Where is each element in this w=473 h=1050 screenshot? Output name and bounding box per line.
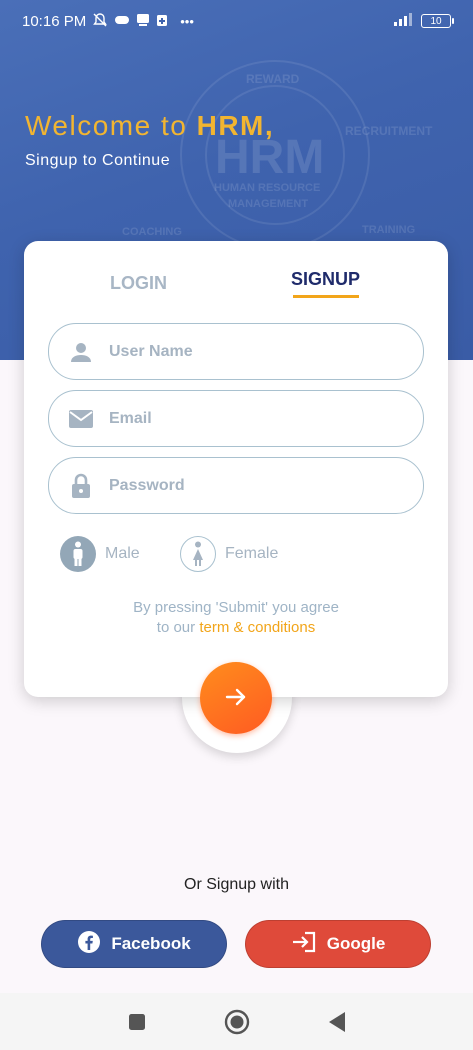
home-button[interactable]	[222, 1007, 252, 1037]
terms-line-2: to our term & conditions	[24, 618, 448, 638]
notification-icon	[136, 13, 150, 30]
gender-male-option[interactable]: Male	[60, 536, 140, 572]
terms-text: By pressing 'Submit' you agree to our te…	[24, 598, 448, 638]
username-input[interactable]	[109, 342, 389, 361]
status-bar: 10:16 PM ••• 10	[0, 0, 473, 42]
welcome-brand: HRM,	[196, 110, 275, 141]
password-field[interactable]	[48, 457, 424, 514]
male-icon	[60, 536, 96, 572]
auth-tabs: LOGIN SIGNUP	[24, 267, 448, 307]
welcome-prefix: Welcome to	[25, 110, 197, 141]
tab-login[interactable]: LOGIN	[110, 273, 167, 294]
arrow-right-icon	[225, 688, 247, 709]
status-right: 10	[393, 12, 454, 30]
lock-icon	[67, 472, 95, 500]
tab-signup[interactable]: SIGNUP	[291, 269, 360, 290]
gamepad-icon	[114, 13, 130, 30]
terms-link[interactable]: term & conditions	[199, 619, 315, 636]
username-field[interactable]	[48, 323, 424, 380]
signal-icon	[393, 12, 413, 30]
login-icon	[291, 931, 317, 958]
mail-icon	[67, 405, 95, 433]
or-signup-with: Or Signup with	[184, 876, 289, 893]
facebook-icon	[77, 930, 101, 959]
female-icon	[180, 536, 216, 572]
bell-off-icon	[92, 12, 108, 31]
hero-word: TRAINING	[362, 224, 416, 236]
gender-female-option[interactable]: Female	[180, 536, 278, 572]
welcome-title: Welcome to HRM,	[25, 110, 274, 142]
email-field[interactable]	[48, 390, 424, 447]
system-nav-bar	[0, 993, 473, 1050]
hero-word: COACHING	[122, 226, 182, 238]
facebook-label: Facebook	[111, 934, 191, 953]
hero-word: RECRUITMENT	[345, 124, 433, 138]
google-label: Google	[326, 934, 386, 953]
google-button[interactable]: Google	[245, 920, 431, 968]
recents-button[interactable]	[122, 1007, 152, 1037]
clipboard-icon	[156, 13, 168, 30]
gender-female-label: Female	[225, 545, 279, 562]
welcome-subtitle: Singup to Continue	[25, 152, 171, 169]
battery-icon: 10	[421, 14, 454, 28]
auth-card: LOGIN SIGNUP Male Female By pressing	[24, 241, 448, 697]
submit-button[interactable]	[200, 662, 272, 734]
hero-word: REWARD	[246, 72, 300, 86]
tab-active-indicator	[293, 295, 359, 298]
hero-word: MANAGEMENT	[228, 198, 309, 210]
email-input[interactable]	[109, 409, 389, 428]
hero-word: HUMAN RESOURCE	[214, 182, 321, 194]
facebook-button[interactable]: Facebook	[41, 920, 227, 968]
terms-prefix: to our	[156, 619, 200, 636]
status-icons: •••	[92, 12, 194, 31]
more-dots: •••	[180, 13, 194, 29]
password-input[interactable]	[109, 476, 389, 495]
person-icon	[67, 338, 95, 366]
terms-line-1: By pressing 'Submit' you agree	[133, 599, 339, 616]
status-time: 10:16 PM	[22, 12, 87, 30]
back-button[interactable]	[322, 1007, 352, 1037]
gender-male-label: Male	[105, 545, 140, 562]
